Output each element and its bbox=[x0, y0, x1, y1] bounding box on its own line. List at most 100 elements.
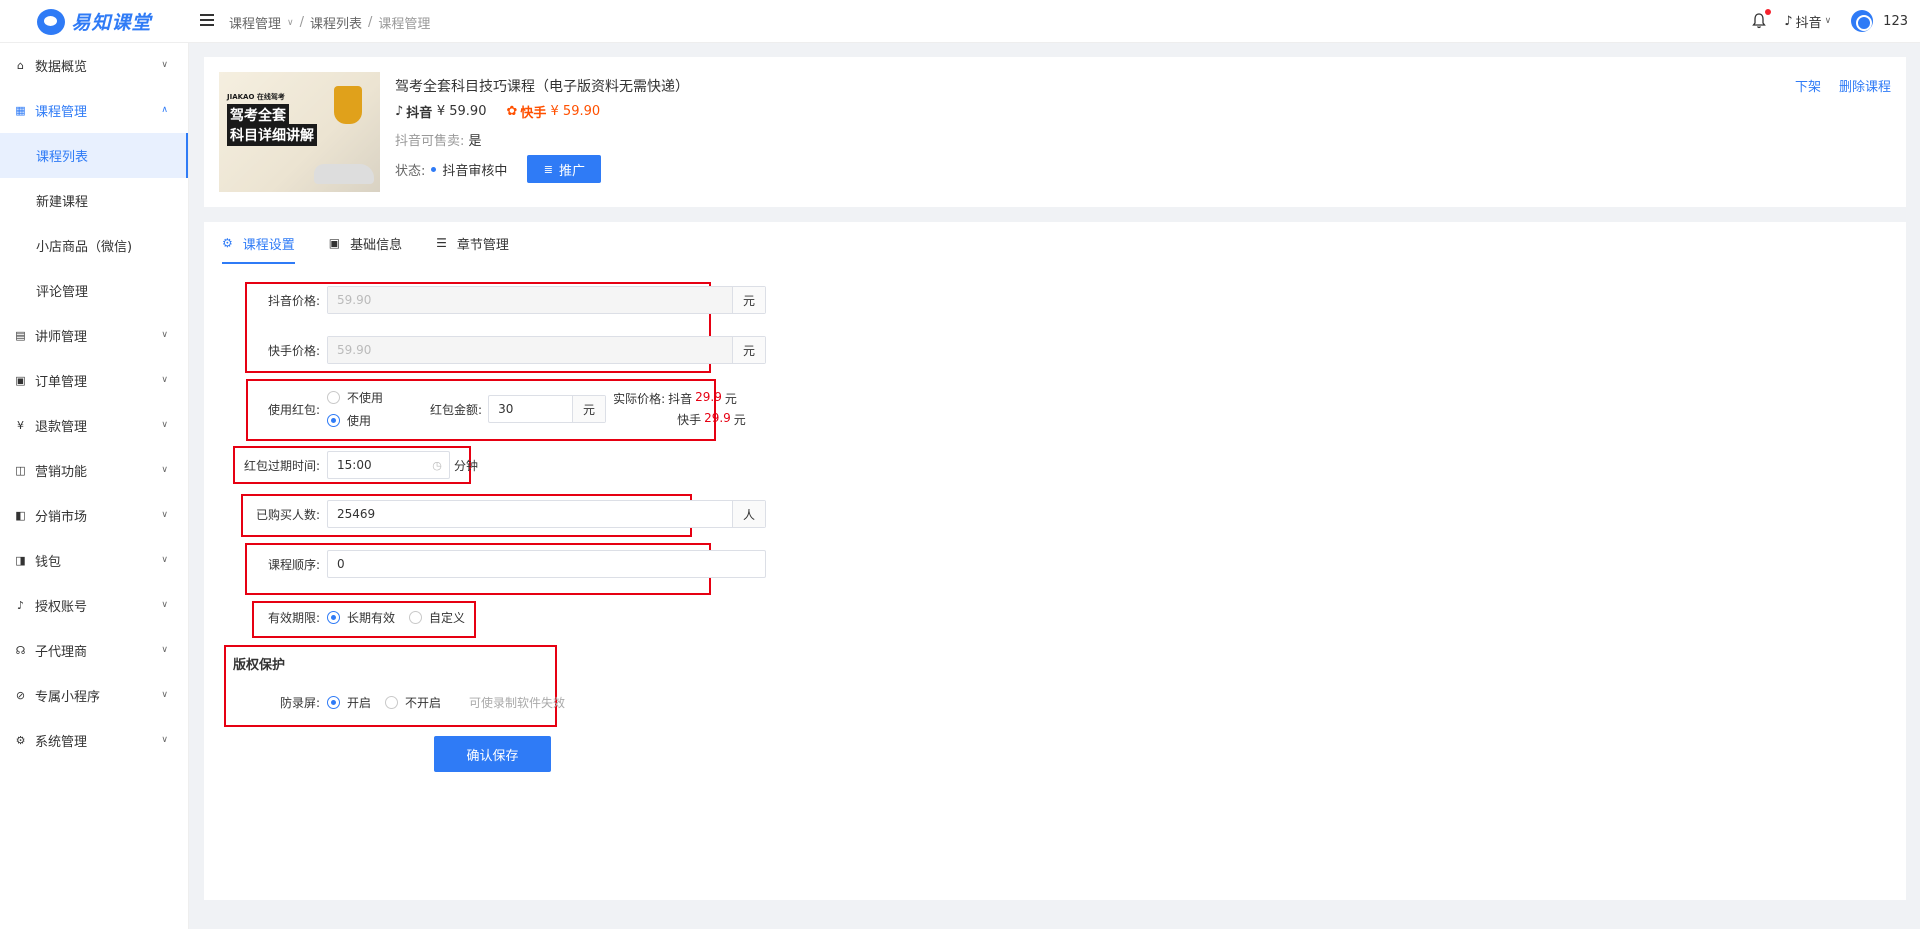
unlist-link[interactable]: 下架 bbox=[1795, 76, 1821, 95]
radio-custom[interactable]: 自定义 bbox=[409, 609, 465, 626]
avatar[interactable] bbox=[1851, 10, 1874, 32]
price-row: ♪ 抖音 ¥ 59.90 ✿ 快手 ¥ 59.90 bbox=[395, 102, 600, 121]
breadcrumb: 课程管理 ∨ / 课程列表 / 课程管理 bbox=[229, 13, 431, 32]
expire-row: 红包过期时间: 15:00 ◷ 分钟 bbox=[237, 451, 478, 479]
chevron-down-icon: ∨ bbox=[161, 60, 168, 70]
sidebar-item-accounts[interactable]: ♪ 授权账号 ∨ bbox=[0, 583, 188, 628]
douyin-price: ♪ 抖音 ¥ 59.90 bbox=[395, 104, 487, 121]
info-icon: ▣ bbox=[328, 236, 341, 250]
chevron-down-icon: ∨ bbox=[1824, 16, 1832, 26]
order-icon: ▣ bbox=[15, 374, 26, 387]
list-icon: ≣ bbox=[543, 162, 553, 176]
anti-record-label: 防录屏: bbox=[279, 695, 320, 710]
sidebar-item-distribution[interactable]: ◧ 分销市场 ∨ bbox=[0, 493, 188, 538]
tiktok-icon: ♪ bbox=[395, 104, 404, 119]
breadcrumb-item[interactable]: 课程管理 bbox=[229, 13, 281, 32]
copyright-section-title: 版权保护 bbox=[233, 658, 286, 673]
bell-icon[interactable] bbox=[1752, 9, 1772, 29]
anti-record-row: 防录屏: 开启 不开启 可使录制软件失效 bbox=[248, 692, 565, 712]
save-button[interactable]: 确认保存 bbox=[434, 736, 551, 772]
radio-no-redpacket[interactable]: 不使用 bbox=[327, 389, 383, 406]
grid-icon: ▦ bbox=[15, 104, 26, 117]
chevron-down-icon: ∨ bbox=[161, 375, 168, 385]
settings-panel: ⚙ 课程设置 ▣ 基础信息 ☰ 章节管理 抖音价格: 59.90 元 快手价格:… bbox=[204, 222, 1906, 900]
sidebar-item-system[interactable]: ⚙ 系统管理 ∨ bbox=[0, 718, 188, 763]
delete-course-link[interactable]: 删除课程 bbox=[1839, 76, 1891, 95]
chevron-down-icon: ∨ bbox=[287, 17, 294, 28]
chevron-down-icon: ∨ bbox=[161, 735, 168, 745]
sale-status: 抖音可售卖: 是 bbox=[395, 134, 482, 149]
tab-bar: ⚙ 课程设置 ▣ 基础信息 ☰ 章节管理 bbox=[222, 222, 543, 264]
sidebar-item-orders[interactable]: ▣ 订单管理 ∨ bbox=[0, 358, 188, 403]
expire-label: 红包过期时间: bbox=[243, 458, 320, 473]
tiktok-icon: ♪ bbox=[1784, 13, 1793, 29]
gear-icon: ⚙ bbox=[15, 734, 26, 747]
course-card: JIAKAO 在线驾考 驾考全套 科目详细讲解 驾考全套科目技巧课程（电子版资料… bbox=[204, 57, 1906, 207]
anti-record-hint: 可使录制软件失效 bbox=[469, 695, 566, 710]
sidebar-item-courses[interactable]: ▦ 课程管理 ∧ bbox=[0, 88, 188, 133]
chevron-down-icon: ∨ bbox=[161, 465, 168, 475]
sidebar-item-wallet[interactable]: ◨ 钱包 ∨ bbox=[0, 538, 188, 583]
tab-course-settings[interactable]: ⚙ 课程设置 bbox=[222, 222, 295, 264]
buyers-label: 已购买人数: bbox=[255, 507, 320, 522]
tab-chapters[interactable]: ☰ 章节管理 bbox=[436, 222, 509, 264]
sidebar-item-overview[interactable]: ⌂ 数据概览 ∨ bbox=[0, 43, 188, 88]
sidebar-item-teachers[interactable]: ▤ 讲师管理 ∨ bbox=[0, 313, 188, 358]
douyin-price-label: 抖音价格: bbox=[267, 293, 320, 308]
breadcrumb-current: 课程管理 bbox=[378, 17, 431, 32]
clock-icon: ◷ bbox=[432, 458, 442, 472]
kuaishou-icon: ✿ bbox=[506, 104, 518, 119]
top-bar: 易知课堂 课程管理 ∨ / 课程列表 / 课程管理 ♪ 抖音 ∨ 123 bbox=[0, 0, 1920, 43]
course-cover-image: JIAKAO 在线驾考 驾考全套 科目详细讲解 bbox=[219, 72, 380, 192]
chevron-down-icon: ∨ bbox=[161, 420, 168, 430]
gear-icon: ⚙ bbox=[222, 236, 233, 250]
expire-unit: 分钟 bbox=[454, 458, 479, 473]
redpacket-amount-input[interactable]: 30 元 bbox=[488, 395, 607, 423]
course-title: 驾考全套科目技巧课程（电子版资料无需快递） bbox=[395, 79, 689, 95]
buyers-input[interactable]: 25469 人 bbox=[327, 500, 766, 528]
cover-line2: 科目详细讲解 bbox=[227, 124, 317, 146]
expire-time-input[interactable]: 15:00 ◷ bbox=[327, 451, 450, 479]
order-input[interactable]: 0 bbox=[327, 550, 766, 578]
car-image bbox=[314, 164, 374, 184]
chevron-up-icon: ∧ bbox=[161, 105, 168, 115]
order-label: 课程顺序: bbox=[267, 557, 320, 572]
promote-button[interactable]: ≣ 推广 bbox=[527, 155, 602, 183]
platform-switcher[interactable]: ♪ 抖音 ∨ bbox=[1784, 12, 1831, 31]
redpacket-row: 使用红包: 不使用 使用 红包金额: 30 元 实际价格: 抖音 29.9 元 … bbox=[248, 387, 746, 431]
list-icon: ☰ bbox=[436, 236, 447, 250]
agent-icon: ☊ bbox=[15, 644, 26, 657]
sidebar-item-miniapp[interactable]: ⊘ 专属小程序 ∨ bbox=[0, 673, 188, 718]
sidebar-subitem-comments[interactable]: 评论管理 bbox=[0, 268, 188, 313]
user-name[interactable]: 123 bbox=[1883, 14, 1908, 29]
order-row: 课程顺序: 0 bbox=[248, 550, 766, 578]
course-actions: 下架 删除课程 bbox=[1795, 76, 1891, 95]
radio-anti-record-off[interactable]: 不开启 bbox=[385, 694, 441, 711]
logo-icon bbox=[37, 8, 66, 35]
radio-long-term[interactable]: 长期有效 bbox=[327, 609, 395, 626]
home-icon: ⌂ bbox=[17, 59, 24, 72]
validity-row: 有效期限: 长期有效 自定义 bbox=[248, 607, 465, 627]
breadcrumb-item[interactable]: 课程列表 bbox=[310, 13, 362, 32]
sidebar-subitem-shop-goods[interactable]: 小店商品（微信) bbox=[0, 223, 188, 268]
cover-line1: 驾考全套 bbox=[227, 104, 289, 126]
radio-use-redpacket[interactable]: 使用 bbox=[327, 412, 383, 429]
redpacket-label: 使用红包: bbox=[267, 402, 320, 417]
sidebar-item-marketing[interactable]: ◫ 营销功能 ∨ bbox=[0, 448, 188, 493]
kuaishou-price: ✿ 快手 ¥ 59.90 bbox=[506, 104, 601, 121]
radio-anti-record-on[interactable]: 开启 bbox=[327, 694, 371, 711]
topbar-actions: ♪ 抖音 ∨ 123 bbox=[1752, 9, 1908, 32]
sidebar-subitem-new-course[interactable]: 新建课程 bbox=[0, 178, 188, 223]
chevron-down-icon: ∨ bbox=[161, 555, 168, 565]
tab-basic-info[interactable]: ▣ 基础信息 bbox=[329, 222, 402, 264]
sidebar-item-refunds[interactable]: ¥ 退款管理 ∨ bbox=[0, 403, 188, 448]
sidebar-item-agents[interactable]: ☊ 子代理商 ∨ bbox=[0, 628, 188, 673]
sidebar-subitem-course-list[interactable]: 课程列表 bbox=[0, 133, 188, 178]
miniapp-icon: ⊘ bbox=[15, 689, 26, 702]
app-logo[interactable]: 易知课堂 bbox=[0, 0, 189, 43]
redpacket-radio-group: 不使用 使用 bbox=[327, 389, 383, 429]
logo-text: 易知课堂 bbox=[71, 12, 152, 34]
menu-fold-icon[interactable] bbox=[200, 14, 214, 27]
douyin-price-input: 59.90 元 bbox=[327, 286, 766, 314]
status-dot bbox=[431, 166, 437, 172]
